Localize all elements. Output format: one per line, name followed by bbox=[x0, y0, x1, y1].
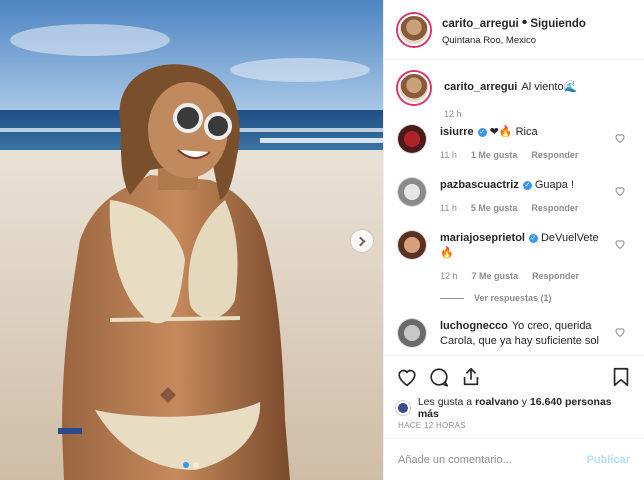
author-avatar[interactable] bbox=[398, 13, 430, 46]
bookmark-icon[interactable] bbox=[610, 366, 632, 388]
reply-button[interactable]: Responder bbox=[531, 203, 578, 213]
view-replies-label: Ver respuestas (1) bbox=[474, 293, 552, 303]
comments-list[interactable]: carito_arregui Al viento🌊 12 h isiurre ✓ ❤🔥… bbox=[384, 60, 644, 355]
commenter-avatar[interactable] bbox=[398, 178, 426, 206]
carousel-indicator bbox=[183, 462, 199, 468]
caption-username[interactable]: carito_arregui bbox=[444, 81, 517, 93]
view-replies-button[interactable]: Ver respuestas (1) bbox=[440, 293, 608, 303]
separator-dot: • bbox=[521, 13, 528, 31]
comment-username[interactable]: isiurre bbox=[440, 126, 474, 138]
comment-icon[interactable] bbox=[428, 366, 450, 388]
comment-username[interactable]: mariajoseprietol bbox=[440, 232, 525, 244]
heart-icon[interactable] bbox=[396, 366, 418, 388]
commenter-avatar[interactable] bbox=[398, 125, 426, 153]
next-slide-button[interactable] bbox=[351, 230, 373, 252]
post-actions: Les gusta a roalvano y 16.640 personas m… bbox=[384, 355, 644, 420]
beach-photo bbox=[0, 0, 383, 480]
comment-likes[interactable]: 7 Me gusta bbox=[472, 271, 519, 281]
caption-avatar[interactable] bbox=[398, 72, 430, 104]
comment-text: Guapa ! bbox=[534, 179, 575, 191]
post-header: carito_arregui • Siguiendo Quintana Roo, M… bbox=[384, 0, 644, 60]
verified-badge-icon: ✓ bbox=[528, 234, 538, 243]
comment-row: isiurre ✓ ❤🔥 Rica 11 h 1 Me gusta Responder bbox=[398, 125, 630, 160]
author-info: carito_arregui • Siguiendo Quintana Roo, M… bbox=[442, 14, 586, 46]
comment-time[interactable]: 12 h bbox=[440, 271, 458, 281]
caption-text: Al viento🌊 bbox=[521, 81, 578, 93]
follow-status-button[interactable]: Siguiendo bbox=[530, 18, 586, 30]
commenter-avatar[interactable] bbox=[398, 231, 426, 259]
action-icons bbox=[396, 364, 632, 390]
comment-text: ❤🔥 Rica bbox=[489, 126, 538, 138]
comment-username[interactable]: pazbascuactriz bbox=[440, 179, 519, 191]
commenter-avatar[interactable] bbox=[398, 319, 426, 347]
post-photo[interactable] bbox=[0, 0, 383, 480]
post-time-ago[interactable]: HACE 12 HORAS bbox=[384, 413, 644, 438]
chevron-right-icon bbox=[355, 236, 366, 246]
reply-button[interactable]: Responder bbox=[531, 150, 578, 160]
comment-row: luchognecco Yo creo, querida Carola, que … bbox=[398, 319, 630, 349]
post-location[interactable]: Quintana Roo, Mexico bbox=[442, 35, 586, 46]
reply-button[interactable]: Responder bbox=[532, 271, 579, 281]
share-icon[interactable] bbox=[460, 366, 482, 388]
like-comment-heart-icon[interactable] bbox=[614, 185, 626, 197]
comment-row: mariajoseprietol ✓ DeVuelVete 🔥 12 h7 Me g… bbox=[398, 231, 630, 303]
post-sidebar: carito_arregui • Siguiendo Quintana Roo, M… bbox=[383, 0, 644, 480]
post-comment-button[interactable]: Publicar bbox=[587, 454, 630, 466]
author-username[interactable]: carito_arregui bbox=[442, 18, 519, 30]
caption-row: carito_arregui Al viento🌊 12 h bbox=[398, 72, 630, 119]
comment-likes[interactable]: 5 Me gusta bbox=[471, 203, 518, 213]
verified-badge-icon: ✓ bbox=[477, 128, 487, 137]
like-comment-heart-icon[interactable] bbox=[614, 326, 626, 338]
like-comment-heart-icon[interactable] bbox=[614, 238, 626, 250]
comment-username[interactable]: luchognecco bbox=[440, 320, 508, 332]
post-modal: carito_arregui • Siguiendo Quintana Roo, M… bbox=[0, 0, 644, 480]
comment-time[interactable]: 11 h bbox=[440, 150, 457, 160]
like-comment-heart-icon[interactable] bbox=[614, 132, 626, 144]
likes-middle: y bbox=[521, 396, 527, 408]
likes-prefix: Les gusta a bbox=[417, 396, 473, 408]
liker-username[interactable]: roalvano bbox=[475, 396, 519, 408]
caption-time[interactable]: 12 h bbox=[444, 109, 462, 119]
add-comment-bar: Publicar bbox=[384, 438, 644, 480]
comment-input[interactable] bbox=[398, 453, 587, 466]
carousel-dot-active bbox=[183, 462, 189, 468]
comment-likes[interactable]: 1 Me gusta bbox=[471, 150, 518, 160]
comment-time[interactable]: 11 h bbox=[440, 203, 457, 213]
comment-row: pazbascuactriz ✓ Guapa ! 11 h 5 Me gusta Res… bbox=[398, 178, 630, 213]
carousel-dot bbox=[193, 462, 199, 468]
verified-badge-icon: ✓ bbox=[522, 181, 532, 190]
